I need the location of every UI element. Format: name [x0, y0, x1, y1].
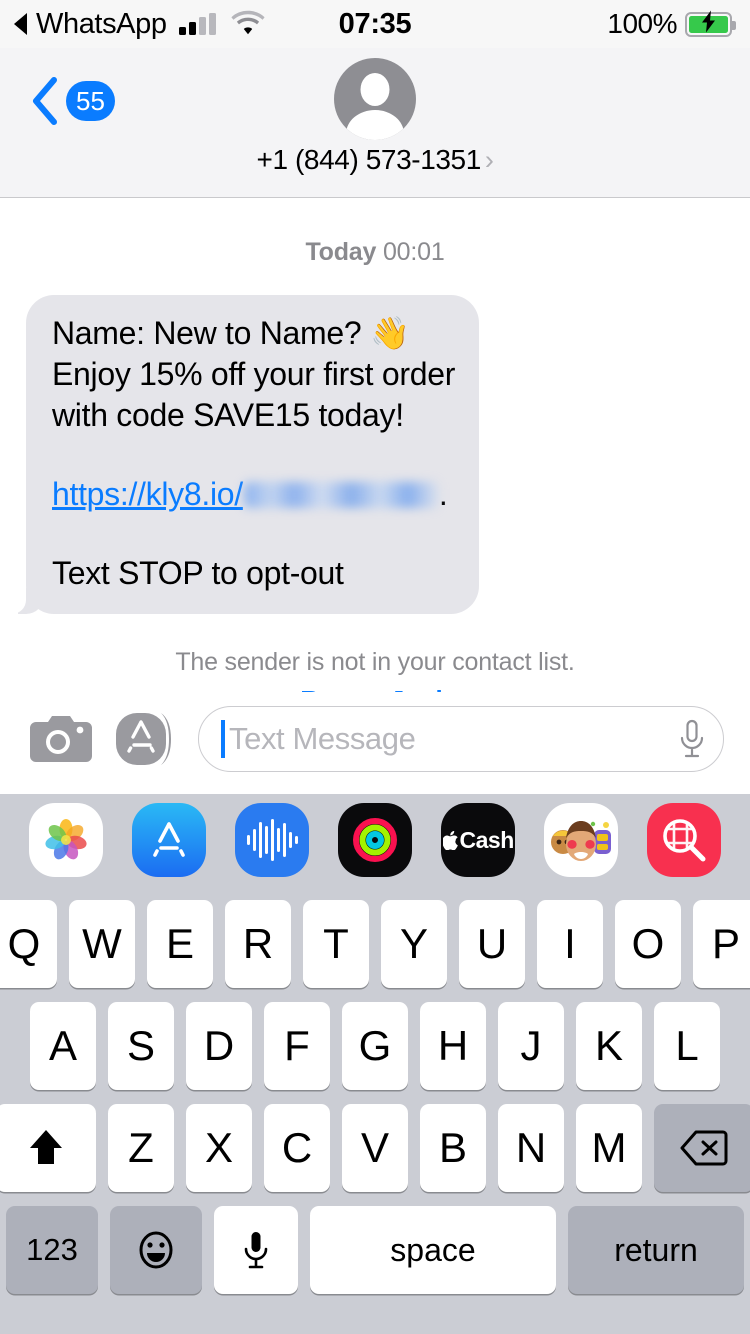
message-text-field[interactable]: Text Message — [198, 706, 724, 772]
message-link[interactable]: https://kly8.io/ — [52, 476, 243, 512]
message-timestamp: Today 00:01 — [26, 238, 724, 267]
software-keyboard: Cash Q W E R T Y U I O P A S D F G H J K… — [0, 794, 750, 1334]
key-r[interactable]: R — [225, 900, 291, 988]
photos-app-icon[interactable] — [14, 803, 117, 877]
imessage-app-drawer: Cash — [0, 794, 750, 886]
triangle-left-icon — [14, 13, 27, 35]
images-search-app-icon[interactable] — [633, 803, 736, 877]
blurred-url-path — [243, 481, 439, 508]
cellular-signal-icon — [178, 13, 216, 35]
chevron-right-icon: › — [484, 144, 494, 175]
text-field-placeholder: Text Message — [229, 721, 416, 756]
keyboard-row-1: Q W E R T Y U I O P — [0, 886, 750, 988]
status-bar-back-app-label: WhatsApp — [36, 7, 167, 40]
key-w[interactable]: W — [69, 900, 135, 988]
camera-icon[interactable] — [30, 713, 92, 765]
apple-cash-app-icon[interactable]: Cash — [427, 803, 530, 877]
status-bar-left[interactable]: WhatsApp — [14, 8, 265, 41]
key-x[interactable]: X — [186, 1104, 252, 1192]
key-n[interactable]: N — [498, 1104, 564, 1192]
message-link-line: https://kly8.io/. — [52, 474, 455, 515]
key-c[interactable]: C — [264, 1104, 330, 1192]
keyboard-row-3: Z X C V B N M — [0, 1090, 750, 1192]
key-m[interactable]: M — [576, 1104, 642, 1192]
report-junk-button[interactable]: Report Junk — [26, 685, 724, 692]
key-y[interactable]: Y — [381, 900, 447, 988]
numbers-key[interactable]: 123 — [6, 1206, 98, 1294]
status-bar-right: 100% — [607, 8, 736, 40]
key-j[interactable]: J — [498, 1002, 564, 1090]
message-bubble[interactable]: Name: New to Name? 👋 Enjoy 15% off your … — [3, 295, 480, 614]
message-thread: Today 00:01 Name: New to Name? 👋 Enjoy 1… — [0, 198, 750, 692]
wifi-icon — [230, 10, 265, 40]
key-b[interactable]: B — [420, 1104, 486, 1192]
apple-logo-icon — [442, 830, 458, 850]
emoji-smiley-icon[interactable] — [110, 1206, 202, 1294]
key-g[interactable]: G — [342, 1002, 408, 1090]
message-line-1: Name: New to Name? 👋 — [52, 315, 410, 351]
dictation-microphone-icon[interactable] — [214, 1206, 298, 1294]
shift-up-arrow-icon[interactable] — [0, 1104, 96, 1192]
message-input-bar: Text Message — [0, 692, 750, 794]
message-paragraph-gap — [52, 436, 455, 474]
backspace-delete-icon[interactable] — [654, 1104, 750, 1192]
messages-app-screen: WhatsApp 07:35 100% 55 +1 (844) 573-1351… — [0, 0, 750, 1334]
key-f[interactable]: F — [264, 1002, 330, 1090]
keyboard-home-indicator-area — [0, 1308, 750, 1334]
key-u[interactable]: U — [459, 900, 525, 988]
contact-header[interactable]: +1 (844) 573-1351 › — [0, 58, 750, 176]
fitness-rings-app-icon[interactable] — [323, 803, 426, 877]
key-s[interactable]: S — [108, 1002, 174, 1090]
battery-charging-icon — [685, 10, 736, 37]
incoming-message-row: Name: New to Name? 👋 Enjoy 15% off your … — [3, 295, 724, 614]
key-d[interactable]: D — [186, 1002, 252, 1090]
key-q[interactable]: Q — [0, 900, 57, 988]
key-o[interactable]: O — [615, 900, 681, 988]
app-store-icon[interactable] — [114, 711, 176, 767]
space-key[interactable]: space — [310, 1206, 556, 1294]
timestamp-day: Today — [305, 238, 377, 266]
contact-phone-number: +1 (844) 573-1351 — [256, 144, 482, 175]
key-p[interactable]: P — [693, 900, 750, 988]
key-z[interactable]: Z — [108, 1104, 174, 1192]
key-v[interactable]: V — [342, 1104, 408, 1192]
keyboard-row-4: 123 space return — [0, 1192, 750, 1308]
message-line-2: Enjoy 15% off your first order — [52, 355, 456, 392]
key-k[interactable]: K — [576, 1002, 642, 1090]
key-l[interactable]: L — [654, 1002, 720, 1090]
microphone-icon[interactable] — [677, 718, 707, 760]
text-cursor — [221, 720, 225, 758]
return-key[interactable]: return — [568, 1206, 744, 1294]
message-paragraph-gap-2 — [52, 515, 455, 553]
key-e[interactable]: E — [147, 900, 213, 988]
memoji-stickers-app-icon[interactable] — [530, 803, 633, 877]
key-t[interactable]: T — [303, 900, 369, 988]
navigation-bar: 55 +1 (844) 573-1351 › — [0, 48, 750, 198]
apple-cash-label: Cash — [442, 827, 514, 854]
audio-message-app-icon[interactable] — [220, 803, 323, 877]
app-store-app-icon[interactable] — [117, 803, 220, 877]
key-i[interactable]: I — [537, 900, 603, 988]
status-bar: WhatsApp 07:35 100% — [0, 0, 750, 48]
timestamp-time: 00:01 — [382, 238, 445, 266]
message-line-3: with code SAVE15 today! — [52, 396, 404, 433]
contact-name-row[interactable]: +1 (844) 573-1351 › — [257, 144, 494, 176]
message-opt-out-line: Text STOP to opt-out — [52, 554, 344, 591]
person-placeholder-icon — [334, 58, 416, 140]
keyboard-row-2: A S D F G H J K L — [0, 988, 750, 1090]
battery-percent-label: 100% — [607, 8, 677, 39]
key-h[interactable]: H — [420, 1002, 486, 1090]
unknown-sender-notice: The sender is not in your contact list. — [175, 647, 575, 676]
message-link-trailing-period: . — [438, 475, 448, 512]
key-a[interactable]: A — [30, 1002, 96, 1090]
